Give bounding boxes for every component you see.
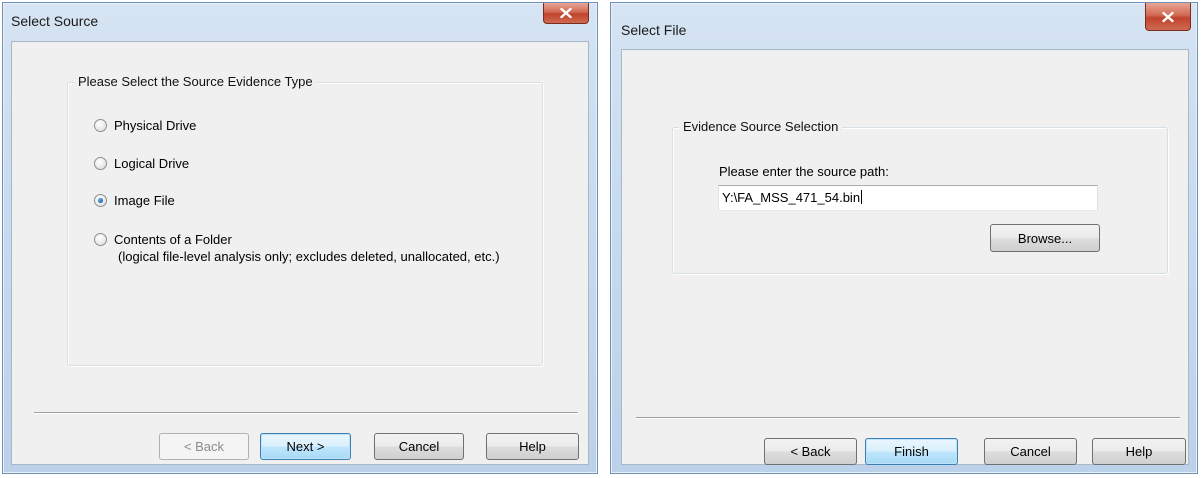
source-path-label: Please enter the source path: xyxy=(719,164,889,179)
radio-button[interactable] xyxy=(94,157,107,170)
back-button[interactable]: < Back xyxy=(764,438,857,465)
option-label: Contents of a Folder xyxy=(114,232,232,247)
option-label: Physical Drive xyxy=(114,118,197,133)
select-source-dialog: Select Source Please Select the Source E… xyxy=(2,2,598,474)
cancel-button[interactable]: Cancel xyxy=(984,438,1077,465)
separator xyxy=(34,412,578,414)
source-type-groupbox: Please Select the Source Evidence Type P… xyxy=(67,74,543,366)
close-button[interactable] xyxy=(543,3,589,24)
dialog-client-area: Please Select the Source Evidence Type P… xyxy=(11,41,589,465)
group-label: Evidence Source Selection xyxy=(679,119,843,134)
option-label: Image File xyxy=(114,193,175,208)
radio-button[interactable] xyxy=(94,233,107,246)
cancel-button[interactable]: Cancel xyxy=(374,433,464,460)
source-path-value: Y:\FA_MSS_471_54.bin xyxy=(722,190,861,205)
next-button[interactable]: Next > xyxy=(260,433,351,460)
dialog-client-area: Evidence Source Selection Please enter t… xyxy=(621,49,1189,465)
help-button[interactable]: Help xyxy=(1092,438,1186,465)
text-caret xyxy=(861,190,863,204)
title-bar[interactable]: Select Source xyxy=(3,3,597,41)
option-logical-drive[interactable]: Logical Drive xyxy=(94,155,189,172)
browse-button[interactable]: Browse... xyxy=(990,224,1100,252)
dialog-title: Select File xyxy=(621,22,687,38)
help-button[interactable]: Help xyxy=(486,433,579,460)
evidence-source-groupbox: Evidence Source Selection Please enter t… xyxy=(672,119,1168,274)
option-description: (logical file-level analysis only; exclu… xyxy=(118,249,500,264)
source-path-input[interactable]: Y:\FA_MSS_471_54.bin xyxy=(718,185,1098,211)
option-contents-of-folder[interactable]: Contents of a Folder (logical file-level… xyxy=(94,231,500,265)
group-label: Please Select the Source Evidence Type xyxy=(74,74,317,89)
close-icon xyxy=(1162,11,1174,22)
title-bar[interactable]: Select File xyxy=(611,3,1197,41)
option-physical-drive[interactable]: Physical Drive xyxy=(94,117,196,134)
radio-button-selected[interactable] xyxy=(94,194,107,207)
back-button[interactable]: < Back xyxy=(159,433,249,460)
option-image-file[interactable]: Image File xyxy=(94,192,175,209)
close-icon xyxy=(560,7,572,19)
close-button[interactable] xyxy=(1145,3,1191,31)
option-label: Logical Drive xyxy=(114,156,190,171)
separator xyxy=(636,417,1180,419)
select-file-dialog: Select File Evidence Source Selection Pl… xyxy=(610,2,1198,474)
finish-button[interactable]: Finish xyxy=(865,438,958,465)
dialog-title: Select Source xyxy=(11,13,99,29)
radio-button[interactable] xyxy=(94,119,107,132)
